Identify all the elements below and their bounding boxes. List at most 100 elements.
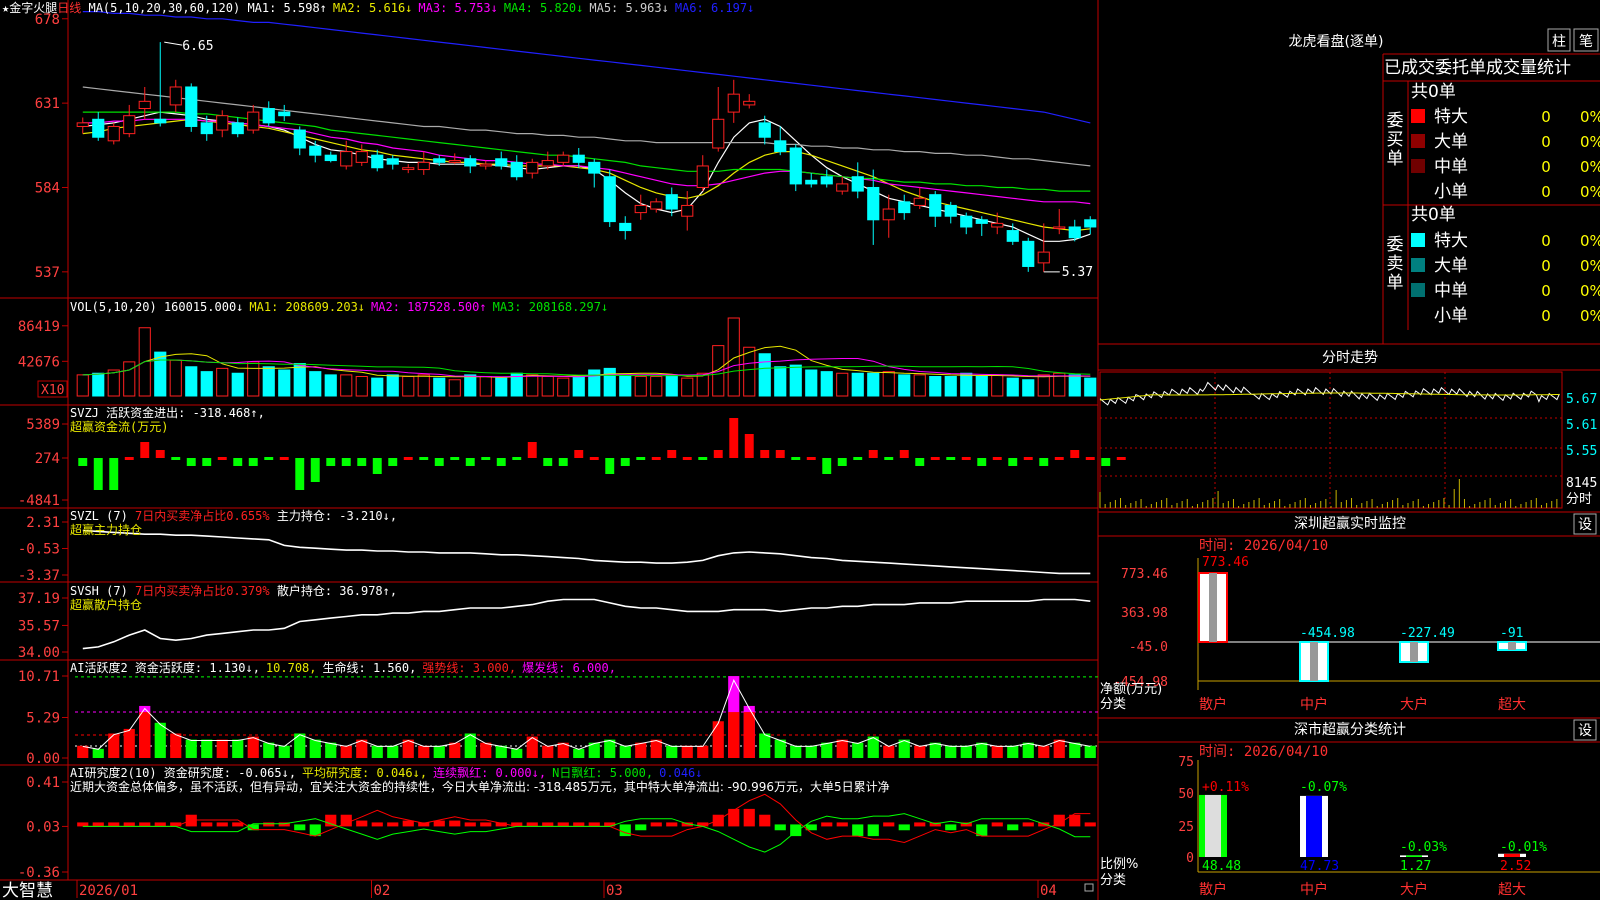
sell-label-char: 卖	[1387, 254, 1404, 274]
ai2-bar	[201, 822, 213, 827]
ai1-bar	[232, 739, 244, 758]
candle-body	[572, 154, 585, 163]
candle-body	[340, 151, 353, 167]
candle-body	[991, 222, 1004, 228]
candle-body	[92, 118, 105, 138]
ai1-bar	[247, 736, 259, 758]
candle-body	[1053, 226, 1066, 229]
candle-body	[743, 100, 756, 106]
buy-row-name-2: 中单	[1434, 157, 1468, 177]
ai2-bar	[712, 814, 724, 827]
volume-bar	[433, 377, 446, 397]
volume-bar	[743, 346, 756, 397]
vol-items-2: MA2: 187528.500↑	[371, 300, 487, 314]
ai2-bar	[433, 820, 445, 827]
sell-total: 共0单	[1411, 205, 1456, 225]
ai2-bar	[154, 822, 166, 827]
ai1-bar	[697, 745, 709, 758]
candle-body	[603, 176, 616, 223]
svzj-bar	[372, 458, 382, 474]
svzj-bar	[1116, 457, 1126, 460]
candle-body	[1006, 230, 1019, 242]
volume-bar	[665, 374, 678, 397]
ai1-axis-label-2: 0.00	[26, 751, 60, 767]
svzj-bar	[357, 458, 367, 466]
vol-axis-label-1: 42676	[18, 354, 60, 370]
volume-bar	[92, 372, 105, 397]
ai2-bar	[139, 822, 151, 827]
period-label[interactable]: 日线	[57, 1, 81, 15]
volume-bar	[603, 367, 616, 397]
ai2-bar	[619, 824, 631, 837]
buy-row-count-1: 0	[1541, 133, 1551, 151]
ai2-items-2: 连续飘红: 0.000↓,	[433, 766, 547, 780]
high-pointer	[164, 41, 183, 46]
fl-cat-0: 散户	[1199, 881, 1227, 898]
fl-bottom-0: 48.48	[1202, 859, 1241, 874]
volume-bar	[324, 374, 337, 397]
high-note: 6.65	[182, 39, 213, 54]
svzj-bar	[481, 457, 491, 460]
fl-top-2: -0.03%	[1400, 840, 1447, 855]
candle-body	[805, 179, 818, 185]
ai1-axis-label-1: 5.29	[26, 710, 60, 726]
ai1-bar	[1069, 742, 1081, 758]
candle-body	[371, 154, 384, 169]
ai1-bar	[929, 742, 941, 758]
ai1-bar	[216, 739, 228, 758]
ai2-items-3: N日飘红: 5.000,	[552, 766, 654, 780]
ai1-bar	[836, 739, 848, 758]
ai2-bar	[898, 824, 910, 831]
ai2-bar	[526, 822, 538, 827]
svsh-sub: 超赢散户持仓	[70, 598, 143, 612]
ma-params: MA(5,10,20,30,60,120)	[88, 1, 241, 15]
ai1-bar	[991, 745, 1003, 758]
volume-bar	[975, 376, 988, 397]
svsh-axis-label-2: 34.00	[18, 645, 60, 661]
sz-value-1: -454.98	[1300, 626, 1355, 641]
tick-view-label: 笔	[1579, 34, 1593, 50]
ai2-bar	[650, 822, 662, 827]
ai2-bar	[883, 822, 895, 827]
sell-row-name-3: 小单	[1434, 306, 1468, 326]
buy-row-count-2: 0	[1541, 158, 1551, 176]
sz-value-2: -227.49	[1400, 626, 1455, 641]
svzj-bar	[853, 457, 863, 460]
volume-bar	[1068, 374, 1081, 397]
svzj-bar	[760, 450, 770, 458]
candle-body	[960, 215, 973, 228]
buy-row-name-1: 大单	[1434, 132, 1468, 152]
fl-top-0: +0.11%	[1202, 780, 1249, 795]
fl-bar-core-0	[1205, 794, 1221, 857]
ai1-bar-base	[728, 712, 740, 758]
date-label-3: 04	[1040, 883, 1057, 899]
ai2-bar	[185, 814, 197, 827]
fs-axis-2: 5.55	[1566, 444, 1597, 459]
svzj-bar	[636, 457, 646, 460]
lock-icon	[1084, 883, 1094, 892]
sz-cat-0: 散户	[1199, 696, 1227, 713]
candle-body	[836, 183, 849, 192]
ai1-header: AI活跃度2 资金活跃度: 1.130↓, 10.708, 生命线: 1.560, 强…	[70, 661, 622, 675]
svzj-bar	[899, 450, 909, 458]
svsh-axis-label-1: 35.57	[18, 618, 60, 634]
ai1-bar	[712, 721, 724, 758]
svsh-ratio: 7日内买卖净占比0.379%	[135, 584, 270, 598]
svzj-bar	[264, 457, 274, 460]
sz-cat-1: 中户	[1300, 696, 1328, 713]
fl-top-3: -0.01%	[1500, 840, 1547, 855]
ai1-bar	[340, 745, 352, 758]
ai2-red-line	[82, 793, 1091, 844]
candle-body	[278, 111, 291, 117]
ai2-bar	[1084, 822, 1096, 827]
svzj-bar	[248, 458, 258, 466]
svzj-bar	[527, 442, 537, 458]
stock-name[interactable]: ★金字火腿	[2, 1, 57, 15]
sz-cat-2: 大户	[1400, 696, 1428, 713]
ai1-bar	[681, 745, 693, 758]
sell-row-count-2: 0	[1541, 282, 1551, 300]
stock-chart-terminal[interactable]: 6786315845376.655.378641942676X105389274…	[0, 0, 1600, 900]
candle-body	[123, 115, 136, 135]
sz-bar-shade-1	[1310, 642, 1318, 681]
svzj-bar	[1085, 457, 1095, 460]
